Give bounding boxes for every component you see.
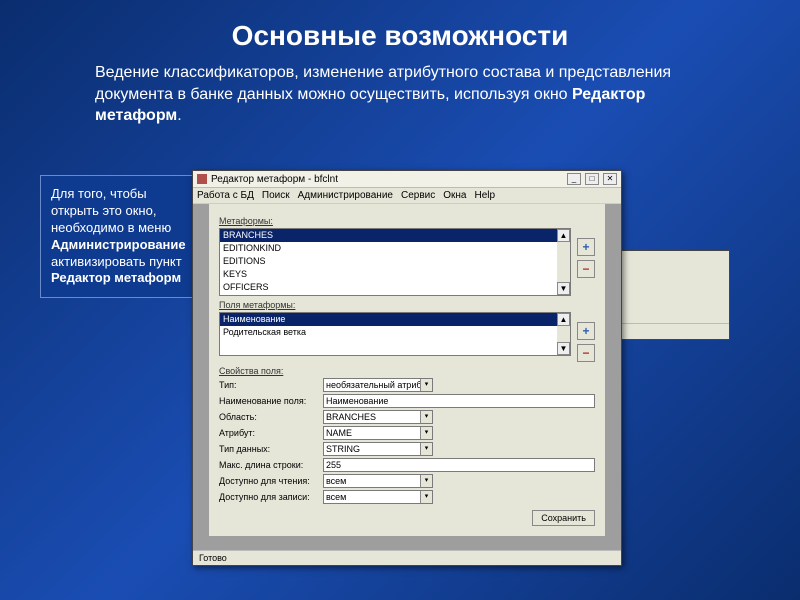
chevron-down-icon[interactable]: ▾ <box>420 443 432 455</box>
list-item[interactable]: ORGANS <box>220 294 570 296</box>
read-value: всем <box>326 476 346 486</box>
fields-listbox[interactable]: Наименование Родительская ветка ▲ ▼ <box>219 312 571 356</box>
metaforms-listbox[interactable]: BRANCHES EDITIONKIND EDITIONS KEYS OFFIC… <box>219 228 571 296</box>
chevron-down-icon[interactable]: ▾ <box>420 411 432 423</box>
list-item[interactable]: Родительская ветка <box>220 326 570 339</box>
list-item[interactable]: KEYS <box>220 268 570 281</box>
domain-select[interactable]: BRANCHES ▾ <box>323 410 433 424</box>
chevron-down-icon[interactable]: ▾ <box>420 491 432 503</box>
scroll-down-icon[interactable]: ▼ <box>557 282 570 295</box>
slide-title: Основные возможности <box>0 0 800 62</box>
type-label: Тип: <box>219 380 319 390</box>
write-label: Доступно для записи: <box>219 492 319 502</box>
domain-value: BRANCHES <box>326 412 376 422</box>
fieldname-label: Наименование поля: <box>219 396 319 406</box>
fieldname-input[interactable]: Наименование <box>323 394 595 408</box>
attr-value: NAME <box>326 428 352 438</box>
window-title: Редактор метаформ - bfclnt <box>211 174 338 185</box>
remove-field-button[interactable]: − <box>577 344 595 362</box>
close-button[interactable]: ✕ <box>603 173 617 185</box>
domain-label: Область: <box>219 412 319 422</box>
list-item[interactable]: EDITIONKIND <box>220 242 570 255</box>
remove-metaform-button[interactable]: − <box>577 260 595 278</box>
maximize-button[interactable]: □ <box>585 173 599 185</box>
list-item[interactable]: EDITIONS <box>220 255 570 268</box>
add-field-button[interactable]: + <box>577 322 595 340</box>
menu-db[interactable]: Работа с БД <box>197 190 254 201</box>
metaforms-label: Метаформы: <box>219 216 595 226</box>
maxlen-input[interactable]: 255 <box>323 458 595 472</box>
menubar: Работа с БД Поиск Администрирование Серв… <box>193 188 621 204</box>
chevron-down-icon[interactable]: ▾ <box>420 475 432 487</box>
read-label: Доступно для чтения: <box>219 476 319 486</box>
titlebar[interactable]: Редактор метаформ - bfclnt _ □ ✕ <box>193 171 621 188</box>
minimize-button[interactable]: _ <box>567 173 581 185</box>
form-panel: Метаформы: BRANCHES EDITIONKIND EDITIONS… <box>209 204 605 536</box>
chevron-down-icon[interactable]: ▾ <box>420 379 432 391</box>
type-value: необязательный атрибут <box>326 380 430 390</box>
attr-label: Атрибут: <box>219 428 319 438</box>
dtype-select[interactable]: STRING ▾ <box>323 442 433 456</box>
scrollbar[interactable]: ▲ ▼ <box>557 229 570 295</box>
scroll-down-icon[interactable]: ▼ <box>557 342 570 355</box>
intro-end: . <box>177 107 181 124</box>
metaform-editor-window: Редактор метаформ - bfclnt _ □ ✕ Работа … <box>192 170 622 566</box>
callout-bold2: Редактор метаформ <box>51 270 181 285</box>
attr-select[interactable]: NAME ▾ <box>323 426 433 440</box>
statusbar: Готово <box>193 550 621 565</box>
app-icon <box>197 174 207 184</box>
scroll-up-icon[interactable]: ▲ <box>557 229 570 242</box>
list-item[interactable]: BRANCHES <box>220 229 570 242</box>
scrollbar[interactable]: ▲ ▼ <box>557 313 570 355</box>
write-value: всем <box>326 492 346 502</box>
write-select[interactable]: всем ▾ <box>323 490 433 504</box>
callout-box: Для того, чтобы открыть это окно, необхо… <box>40 175 195 298</box>
list-item[interactable]: Наименование <box>220 313 570 326</box>
menu-service[interactable]: Сервис <box>401 190 435 201</box>
client-area: Метаформы: BRANCHES EDITIONKIND EDITIONS… <box>193 204 621 550</box>
dtype-value: STRING <box>326 444 360 454</box>
menu-help[interactable]: Help <box>474 190 495 201</box>
callout-bold1: Администрирование <box>51 237 186 252</box>
fields-label: Поля метаформы: <box>219 300 595 310</box>
save-button[interactable]: Сохранить <box>532 510 595 526</box>
slide-intro: Ведение классификаторов, изменение атриб… <box>95 62 675 127</box>
list-item[interactable]: OFFICERS <box>220 281 570 294</box>
callout-line1: Для того, чтобы открыть это окно, необхо… <box>51 186 171 235</box>
scroll-up-icon[interactable]: ▲ <box>557 313 570 326</box>
read-select[interactable]: всем ▾ <box>323 474 433 488</box>
callout-line2: активизировать пункт <box>51 254 182 269</box>
dtype-label: Тип данных: <box>219 444 319 454</box>
menu-search[interactable]: Поиск <box>262 190 290 201</box>
props-label: Свойства поля: <box>219 366 595 376</box>
maxlen-label: Макс. длина строки: <box>219 460 319 470</box>
chevron-down-icon[interactable]: ▾ <box>420 427 432 439</box>
add-metaform-button[interactable]: + <box>577 238 595 256</box>
menu-admin[interactable]: Администрирование <box>298 190 393 201</box>
menu-windows[interactable]: Окна <box>443 190 466 201</box>
type-select[interactable]: необязательный атрибут▾ <box>323 378 433 392</box>
